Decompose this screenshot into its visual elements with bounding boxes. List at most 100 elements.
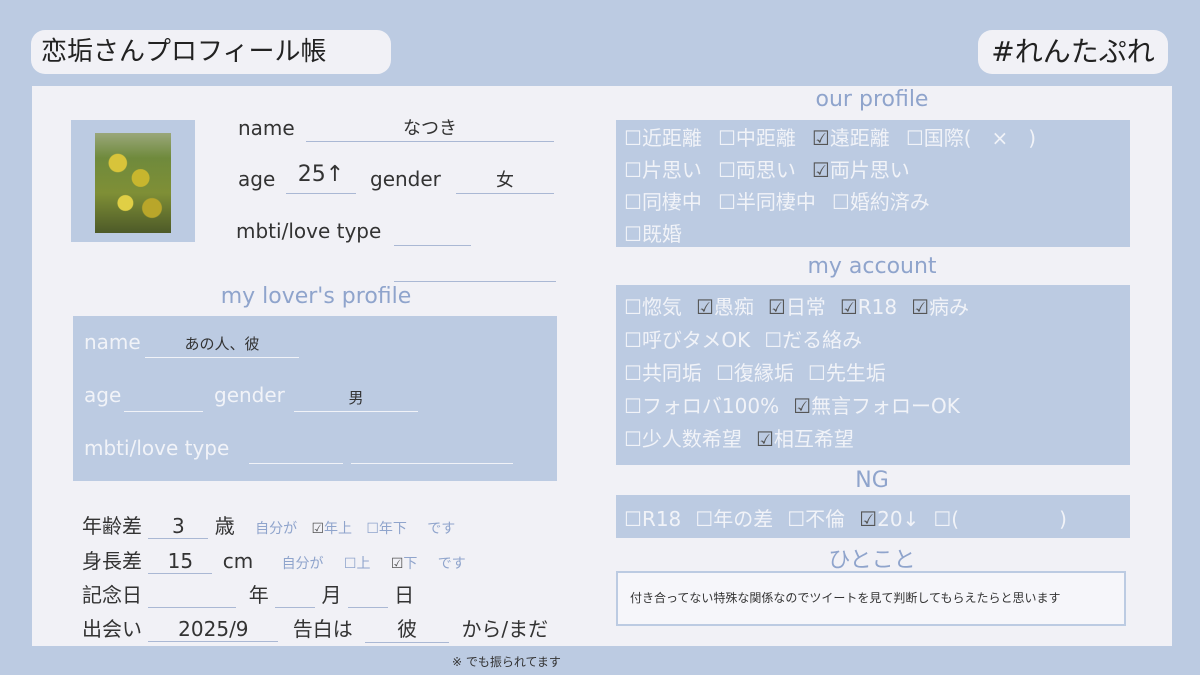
- ng-box: ☐R18 ☐年の差 ☐不倫 ☑20↓ ☐( ): [616, 495, 1130, 538]
- height-diff-prefix: 自分が: [281, 556, 324, 572]
- anniversary-month-field[interactable]: [275, 584, 316, 608]
- my-name-field[interactable]: なつき: [306, 114, 554, 142]
- lover-gender-label: gender: [214, 383, 285, 407]
- our-profile-title: our profile: [815, 87, 929, 112]
- checkbox-icon: ☐: [717, 190, 736, 214]
- height-diff-label: 身長差: [82, 549, 142, 573]
- lover-profile-title: my lover's profile: [220, 284, 412, 309]
- checkbox-icon: ☐: [831, 190, 850, 214]
- checkbox-icon: ☐: [807, 361, 826, 385]
- our-profile-row: ☐同棲中 ☐半同棲中 ☐婚約済み: [624, 186, 946, 215]
- height-shorter-option[interactable]: ☑下: [391, 556, 418, 572]
- confession-suffix: から/まだ: [461, 617, 549, 641]
- checkbox-checked-icon: ☑: [311, 521, 324, 537]
- my-account-option[interactable]: ☐惚気: [624, 295, 682, 319]
- ng-option-label: ( ): [951, 507, 1067, 531]
- my-account-option[interactable]: ☑R18: [840, 295, 897, 319]
- our-profile-option[interactable]: ☐中距離: [718, 126, 796, 150]
- age-diff-prefix: 自分が: [255, 521, 298, 537]
- our-profile-option[interactable]: ☑両片思い: [812, 158, 910, 182]
- height-diff-field[interactable]: 15: [148, 549, 213, 574]
- lover-age-field[interactable]: [124, 384, 203, 412]
- my-account-option[interactable]: ☐だる絡み: [764, 328, 862, 352]
- meeting-row: 出会い 2025/9 告白は 彼 から/まだ: [82, 613, 548, 643]
- lover-name-field[interactable]: あの人、彼: [145, 330, 299, 358]
- my-account-row: ☐共同垢 ☐復縁垢 ☐先生垢: [624, 357, 900, 386]
- our-profile-option[interactable]: ☐既婚: [624, 222, 682, 246]
- ng-option[interactable]: ☑20↓: [859, 507, 919, 531]
- our-profile-option[interactable]: ☐両思い: [718, 158, 796, 182]
- my-account-option[interactable]: ☑日常: [768, 295, 826, 319]
- my-mbti-field-2[interactable]: [394, 254, 556, 282]
- confession-field[interactable]: 彼: [365, 613, 450, 643]
- ng-option[interactable]: ☐年の差: [695, 507, 773, 531]
- our-profile-option[interactable]: ☐片思い: [624, 158, 702, 182]
- comment-box[interactable]: 付き合ってない特殊な関係なのでツイートを見て判断してもらえたらと思います: [616, 571, 1126, 626]
- age-diff-unit: 歳: [214, 514, 235, 538]
- age-diff-field[interactable]: 3: [148, 514, 209, 539]
- my-account-option[interactable]: ☐先生垢: [808, 361, 886, 385]
- my-account-option[interactable]: ☑病み: [911, 295, 969, 319]
- my-account-option[interactable]: ☐共同垢: [624, 361, 702, 385]
- height-diff-row: 身長差 15 cm 自分が ☐上 ☑下 です: [82, 545, 466, 574]
- anniversary-day-unit: 日: [394, 583, 415, 607]
- checkbox-icon: ☐: [787, 507, 806, 531]
- my-age-field[interactable]: 25↑: [286, 162, 356, 194]
- checkbox-checked-icon: ☑: [811, 158, 830, 182]
- checkbox-icon: ☐: [366, 521, 379, 537]
- my-account-option[interactable]: ☐フォロバ100%: [624, 394, 779, 418]
- my-account-row: ☐少人数希望 ☑相互希望: [624, 423, 868, 452]
- my-mbti-field[interactable]: [394, 218, 471, 246]
- our-profile-option-label: 中距離: [735, 126, 796, 150]
- ng-option[interactable]: ☐( ): [933, 507, 1067, 531]
- my-account-option[interactable]: ☑相互希望: [756, 427, 854, 451]
- anniversary-year-unit: 年: [248, 583, 269, 607]
- age-younger-option[interactable]: ☐年下: [366, 521, 407, 537]
- anniversary-day-field[interactable]: [347, 584, 388, 608]
- profile-card: name なつき age 25↑ gender 女 mbti/love type…: [32, 86, 1172, 646]
- our-profile-option[interactable]: ☐婚約済み: [832, 190, 930, 214]
- my-account-option[interactable]: ☑愚痴: [696, 295, 754, 319]
- ng-option[interactable]: ☐不倫: [787, 507, 845, 531]
- our-profile-option[interactable]: ☐半同棲中: [718, 190, 816, 214]
- my-account-row: ☐フォロバ100% ☑無言フォローOK: [624, 390, 974, 419]
- our-profile-option[interactable]: ☐近距離: [624, 126, 702, 150]
- my-gender-field[interactable]: 女: [456, 166, 554, 194]
- my-account-row: ☐呼びタメOK ☐だる絡み: [624, 324, 876, 353]
- checkbox-checked-icon: ☑: [767, 295, 786, 319]
- checkbox-icon: ☐: [624, 394, 642, 418]
- height-diff-suffix: です: [437, 556, 466, 572]
- ng-title: NG: [855, 468, 889, 493]
- anniversary-year-field[interactable]: [148, 584, 237, 608]
- ng-row: ☐R18 ☐年の差 ☐不倫 ☑20↓ ☐( ): [624, 503, 1081, 532]
- checkbox-icon: ☐: [624, 190, 642, 214]
- our-profile-option-label: 遠距離: [829, 126, 890, 150]
- my-account-row: ☐惚気 ☑愚痴 ☑日常 ☑R18 ☑病み: [624, 291, 983, 320]
- lover-mbti-field[interactable]: [249, 436, 343, 464]
- anniversary-month-unit: 月: [321, 583, 342, 607]
- height-taller-option[interactable]: ☐上: [344, 556, 371, 572]
- checkbox-icon: ☐: [695, 507, 714, 531]
- my-account-option[interactable]: ☑無言フォローOK: [793, 394, 960, 418]
- avatar-photo: [95, 133, 171, 233]
- my-account-option[interactable]: ☐復縁垢: [716, 361, 794, 385]
- lover-gender-field[interactable]: 男: [294, 384, 418, 412]
- checkbox-checked-icon: ☑: [859, 507, 878, 531]
- our-profile-box: ☐近距離 ☐中距離 ☑遠距離 ☐国際( × ) ☐片思い ☐両思い ☑両片思い ☐同棲中 ☐半同…: [616, 120, 1130, 247]
- age-diff-suffix: です: [427, 521, 456, 537]
- my-account-option[interactable]: ☐呼びタメOK: [624, 328, 750, 352]
- lover-mbti-field-2[interactable]: [351, 436, 513, 464]
- meeting-date-field[interactable]: 2025/9: [148, 617, 279, 642]
- my-account-option[interactable]: ☐少人数希望: [624, 427, 742, 451]
- my-account-option-label: 呼びタメOK: [641, 328, 751, 352]
- age-older-option[interactable]: ☑年上: [311, 521, 352, 537]
- our-profile-option[interactable]: ☐同棲中: [624, 190, 702, 214]
- our-profile-option-label: 婚約済み: [849, 190, 930, 214]
- my-age-label: age: [238, 167, 276, 191]
- checkbox-icon: ☐: [717, 126, 736, 150]
- my-account-option-label: 相互希望: [773, 427, 854, 451]
- our-profile-option[interactable]: ☑遠距離: [812, 126, 890, 150]
- ng-option[interactable]: ☐R18: [624, 507, 681, 531]
- our-profile-option[interactable]: ☐国際( × ): [906, 126, 1036, 150]
- lover-age-label: age: [84, 383, 122, 407]
